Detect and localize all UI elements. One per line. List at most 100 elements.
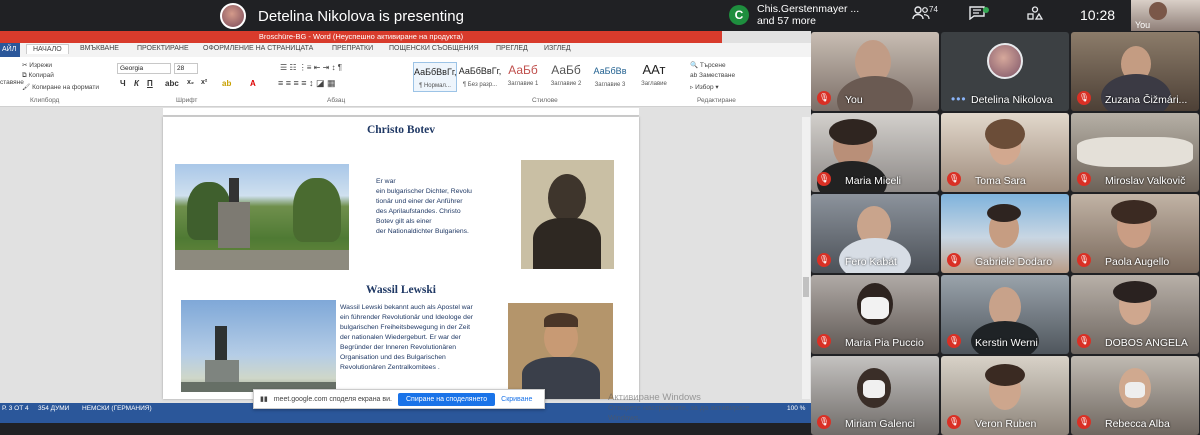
status-zoom[interactable]: 100 % xyxy=(787,405,805,412)
select-button[interactable]: ▹ Избор ▾ xyxy=(690,83,719,91)
participant-name: DOBOS ANGELA xyxy=(1105,337,1188,349)
participant-tile[interactable]: 🎙 Miriam Galenci xyxy=(811,356,939,435)
style-title[interactable]: ААт Заглавие xyxy=(632,62,676,92)
font-name-box[interactable]: Georgia xyxy=(117,63,171,74)
participant-name: Detelina Nikolova xyxy=(971,94,1053,106)
participant-name: Gabriele Dodaro xyxy=(975,256,1053,268)
replace-button[interactable]: ab Заместване xyxy=(690,72,735,79)
tab-references[interactable]: ПРЕПРАТКИ xyxy=(332,45,373,52)
presenter-avatar xyxy=(220,3,246,29)
subscript-button[interactable]: x₂ xyxy=(187,79,194,86)
participant-tile[interactable]: ••• Detelina Nikolova xyxy=(941,32,1069,111)
self-preview[interactable]: You xyxy=(1131,0,1200,31)
style-normal[interactable]: АаБбВвГг, ¶ Нормал... xyxy=(413,62,457,92)
style-heading1[interactable]: АаБб Заглавие 1 xyxy=(501,62,545,92)
tab-review[interactable]: ПРЕГЛЕД xyxy=(496,45,528,52)
tab-design[interactable]: ПРОЕКТИРАНЕ xyxy=(137,45,189,52)
mic-off-icon: 🎙 xyxy=(947,415,961,429)
align-buttons-icon[interactable]: ≡ ≡ ≡ ≡ ↕ ◪ ▦ xyxy=(278,78,336,89)
participant-tile[interactable]: 🎙 Rebecca Alba xyxy=(1071,356,1199,435)
horizontal-ruler xyxy=(163,108,639,116)
cut-button[interactable]: ✂ Изрежи xyxy=(22,61,52,69)
lewski-monument-image xyxy=(181,300,336,392)
scroll-thumb[interactable] xyxy=(803,277,809,297)
chat-unread-dot xyxy=(983,7,989,13)
stop-sharing-button[interactable]: Спиране на споделянето xyxy=(397,392,496,406)
tab-mailings[interactable]: ПОЩЕНСКИ СЪОБЩЕНИЯ xyxy=(389,45,479,52)
heading-lewski: Wassil Lewski xyxy=(366,284,436,296)
lewski-text: Wassil Lewski bekannt auch als Apostel w… xyxy=(340,304,474,371)
chat-notification[interactable]: C Chis.Gerstenmayer ... and 57 more xyxy=(729,3,859,27)
participant-tile[interactable]: 🎙 Paola Augello xyxy=(1071,194,1199,273)
font-color-icon[interactable]: A xyxy=(250,79,256,88)
bold-button[interactable]: Ч xyxy=(120,79,126,88)
status-language[interactable]: НЕМСКИ (ГЕРМАНИЯ) xyxy=(82,405,152,412)
participant-tile[interactable]: 🎙 Maria Pia Puccio xyxy=(811,275,939,354)
participant-name: Paola Augello xyxy=(1105,256,1170,268)
participant-tile[interactable]: 🎙 Miroslav Valkovič xyxy=(1071,113,1199,192)
style-heading2[interactable]: АаБб Заглавие 2 xyxy=(544,62,588,92)
participant-tile[interactable]: 🎙 Gabriele Dodaro xyxy=(941,194,1069,273)
font-size-box[interactable]: 28 xyxy=(174,63,198,74)
strikethrough-button[interactable]: abc xyxy=(165,79,179,88)
mic-off-icon: 🎙 xyxy=(817,334,831,348)
paste-button[interactable]: ставяне xyxy=(0,79,24,86)
activities-icon[interactable] xyxy=(1027,6,1044,25)
meet-top-bar: Detelina Nikolova is presenting C Chis.G… xyxy=(0,0,1200,31)
participant-tile[interactable]: 🎙 Toma Sara xyxy=(941,113,1069,192)
list-buttons-icon[interactable]: ☰ ☷ ⋮≡ ⇤ ⇥ ↕ ¶ xyxy=(280,63,342,72)
botev-text: Er war ein bulgarischer Dichter, Revolu … xyxy=(376,178,472,235)
participant-tile[interactable]: 🎙 Fero Kabát xyxy=(811,194,939,273)
font-group-label: Шрифт xyxy=(176,97,198,104)
tab-layout[interactable]: ОФОРМЛЕНИЕ НА СТРАНИЦАТА xyxy=(203,45,313,52)
mic-off-icon: 🎙 xyxy=(817,172,831,186)
format-painter-button[interactable]: 🖌 Копиране на формати xyxy=(22,83,99,91)
style-heading3[interactable]: АаБбВв Заглавие 3 xyxy=(588,62,632,92)
botev-portrait-image xyxy=(521,160,614,269)
ribbon-tabs: АЙЛ НАЧАЛО ВМЪКВАНЕ ПРОЕКТИРАНЕ ОФОРМЛЕН… xyxy=(0,43,811,57)
chat-avatar: C xyxy=(729,5,749,25)
copy-button[interactable]: ⧉ Копирай xyxy=(22,72,54,80)
participant-name: Veron Ruben xyxy=(975,418,1037,430)
tab-file[interactable]: АЙЛ xyxy=(0,43,20,57)
hide-share-bar-button[interactable]: Скриване xyxy=(501,396,532,403)
mic-off-icon: 🎙 xyxy=(817,91,831,105)
participant-name: Miroslav Valkovič xyxy=(1105,175,1186,187)
mic-off-icon: 🎙 xyxy=(1077,91,1091,105)
participant-name: Miriam Galenci xyxy=(845,418,916,430)
status-words[interactable]: 354 ДУМИ xyxy=(38,405,69,412)
participant-tile[interactable]: 🎙 Zuzana Čižmári... xyxy=(1071,32,1199,111)
mic-off-icon: 🎙 xyxy=(1077,172,1091,186)
document-page: Christo Botev Er war ein bulgarischer Di… xyxy=(163,117,639,399)
participant-tile[interactable]: 🎙 You xyxy=(811,32,939,111)
italic-button[interactable]: К xyxy=(134,79,139,88)
participant-name: Zuzana Čižmári... xyxy=(1105,94,1188,106)
participant-tile[interactable]: 🎙 Veron Ruben xyxy=(941,356,1069,435)
people-icon[interactable] xyxy=(912,6,930,25)
lewski-portrait-image xyxy=(508,303,613,399)
superscript-button[interactable]: x² xyxy=(201,79,207,86)
share-text: meet.google.com споделя екрана ви. xyxy=(273,395,392,403)
mic-off-icon: 🎙 xyxy=(1077,415,1091,429)
mic-off-icon: 🎙 xyxy=(947,253,961,267)
status-page[interactable]: Р. 3 ОТ 4 xyxy=(2,405,29,412)
mic-off-icon: 🎙 xyxy=(817,415,831,429)
tab-view[interactable]: ИЗГЛЕД xyxy=(544,45,571,52)
find-button[interactable]: 🔍 Търсене xyxy=(690,61,726,69)
tab-insert[interactable]: ВМЪКВАНЕ xyxy=(80,45,119,52)
participant-tile[interactable]: 🎙 Kerstin Werni xyxy=(941,275,1069,354)
screen-share-bar: ▮▮ meet.google.com споделя екрана ви. Сп… xyxy=(253,389,545,409)
mic-off-icon: 🎙 xyxy=(947,172,961,186)
participant-tile[interactable]: 🎙 DOBOS ANGELA xyxy=(1071,275,1199,354)
participant-name: You xyxy=(845,94,863,106)
styles-group-label: Стилове xyxy=(532,97,558,104)
document-scrollbar[interactable] xyxy=(802,117,810,399)
highlight-icon[interactable]: ab xyxy=(222,79,231,88)
word-title-bar: Broschüre-BG - Word (Неуспешно активиран… xyxy=(0,31,722,43)
underline-button[interactable]: П xyxy=(147,79,153,88)
chat-line1: Chis.Gerstenmayer ... xyxy=(757,3,860,15)
participant-tile[interactable]: 🎙 Maria Miceli xyxy=(811,113,939,192)
tab-home[interactable]: НАЧАЛО xyxy=(26,44,69,54)
style-no-spacing[interactable]: АаБбВвГг, ¶ Без разр... xyxy=(458,62,502,92)
participant-name: Fero Kabát xyxy=(845,256,897,268)
